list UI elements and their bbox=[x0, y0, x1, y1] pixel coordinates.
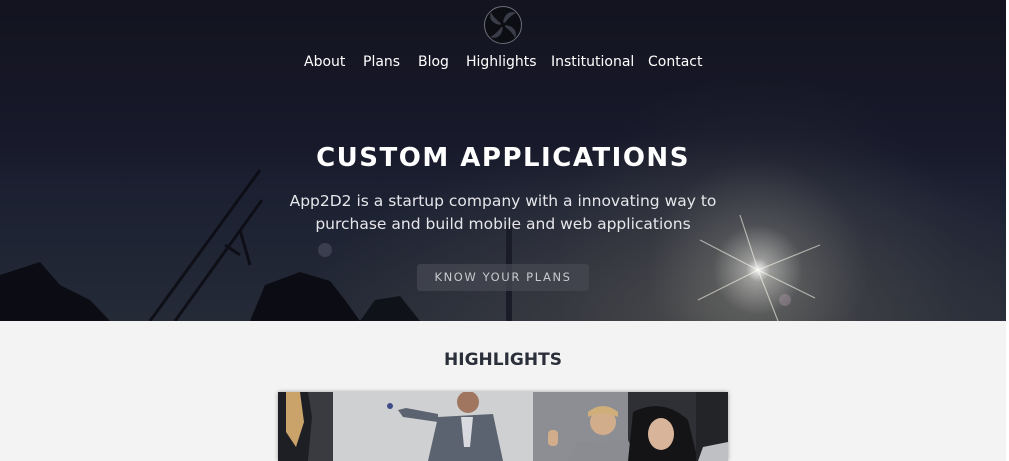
main-navigation: About Plans Blog Highlights Institutiona… bbox=[0, 51, 1006, 73]
nav-item-highlights[interactable]: Highlights bbox=[466, 51, 537, 73]
hero-subtitle-line-2: purchase and build mobile and web applic… bbox=[315, 215, 691, 233]
nav-item-blog[interactable]: Blog bbox=[418, 51, 449, 73]
nav-item-plans[interactable]: Plans bbox=[363, 51, 400, 73]
hero-subtitle-line-1: App2D2 is a startup company with a innov… bbox=[289, 192, 717, 210]
highlight-photo[interactable] bbox=[278, 392, 728, 461]
highlights-section: HIGHLIGHTS bbox=[0, 321, 1006, 461]
swirl-logo-icon[interactable] bbox=[483, 5, 523, 45]
nav-item-institutional[interactable]: Institutional bbox=[551, 51, 634, 73]
hero-title: CUSTOM APPLICATIONS bbox=[316, 143, 690, 173]
nav-item-about[interactable]: About bbox=[304, 51, 345, 73]
nav-item-contact[interactable]: Contact bbox=[648, 51, 702, 73]
hero-subtitle: App2D2 is a startup company with a innov… bbox=[0, 190, 1006, 236]
know-your-plans-button[interactable]: KNOW YOUR PLANS bbox=[417, 264, 589, 291]
highlights-title: HIGHLIGHTS bbox=[444, 350, 562, 370]
office-meeting-image bbox=[278, 392, 728, 461]
